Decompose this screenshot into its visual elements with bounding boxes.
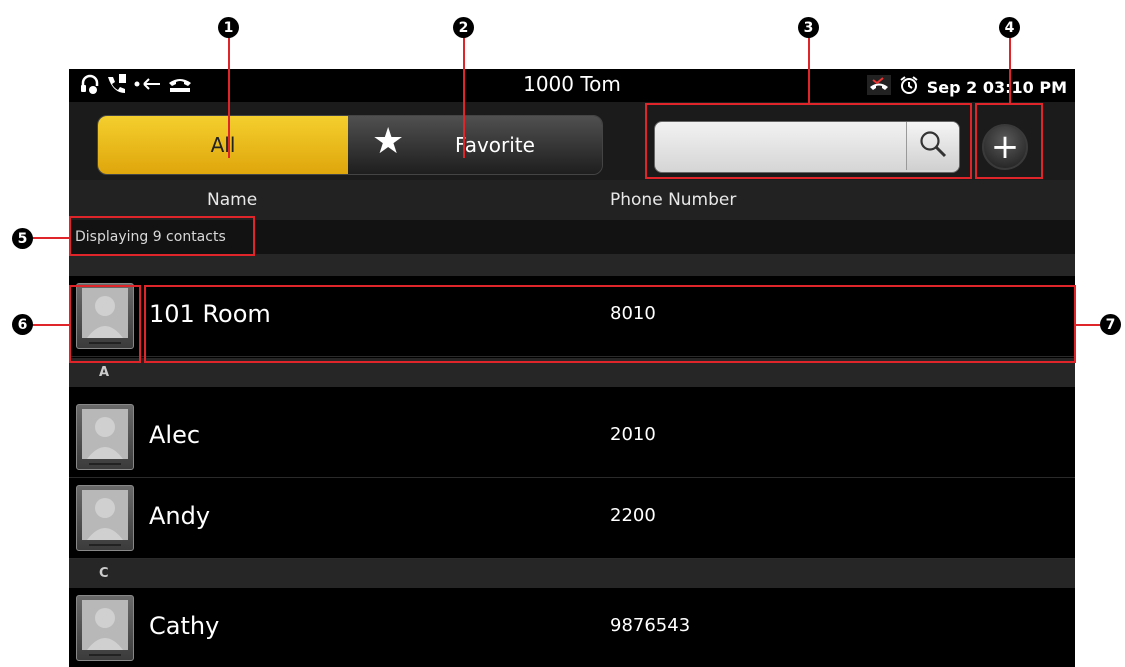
avatar-placeholder-icon: [82, 409, 128, 459]
row-annotation-box: [144, 285, 1076, 363]
tab-all[interactable]: All: [98, 116, 348, 174]
callout-1-badge: 1: [218, 17, 239, 38]
column-phone-header: Phone Number: [610, 190, 737, 210]
count-annotation-box: [69, 216, 255, 256]
status-icons-right: Sep 2 03:10 PM: [866, 75, 1067, 99]
missed-call-icon: [866, 75, 891, 99]
avatar-placeholder-icon: [82, 600, 128, 650]
contact-name: Alec: [149, 421, 201, 449]
contact-name: Cathy: [149, 612, 220, 640]
tab-favorite[interactable]: ★ Favorite: [348, 116, 602, 174]
callout-3-badge: 3: [798, 17, 819, 38]
callout-6-badge: 6: [12, 314, 33, 335]
star-icon: ★: [372, 121, 405, 162]
list-spacer: [69, 254, 1075, 276]
status-bar: 1000 Tom Sep 2 03:10 PM: [69, 69, 1075, 102]
tab-favorite-label: Favorite: [455, 133, 535, 157]
callout-5-badge: 5: [12, 228, 33, 249]
contact-name: Andy: [149, 502, 211, 530]
contact-avatar[interactable]: [76, 485, 134, 551]
callout-7-badge: 7: [1100, 314, 1121, 335]
avatar-placeholder-icon: [82, 490, 128, 540]
section-letter: A: [99, 365, 110, 380]
column-name-header: Name: [207, 190, 258, 210]
contact-avatar[interactable]: [76, 404, 134, 470]
section-letter: C: [99, 566, 109, 581]
clock-text: Sep 2 03:10 PM: [926, 77, 1067, 97]
alarm-icon: [899, 75, 919, 99]
tab-all-label: All: [210, 133, 236, 157]
filter-tabs: All ★ Favorite: [97, 115, 603, 175]
contact-row[interactable]: Cathy 9876543: [69, 588, 1075, 667]
avatar-annotation-box: [69, 285, 141, 363]
search-annotation-box: [645, 103, 972, 179]
contact-phone: 9876543: [610, 615, 691, 636]
add-annotation-box: [975, 103, 1043, 179]
contact-phone: 2200: [610, 505, 656, 526]
section-header-c: C: [69, 559, 1075, 588]
column-header: Name Phone Number: [69, 180, 1075, 220]
callout-4-badge: 4: [999, 17, 1020, 38]
contact-avatar[interactable]: [76, 595, 134, 661]
callout-2-badge: 2: [453, 17, 474, 38]
contact-row[interactable]: Andy 2200: [69, 478, 1075, 559]
contact-row[interactable]: Alec 2010: [69, 397, 1075, 478]
contact-phone: 2010: [610, 424, 656, 445]
